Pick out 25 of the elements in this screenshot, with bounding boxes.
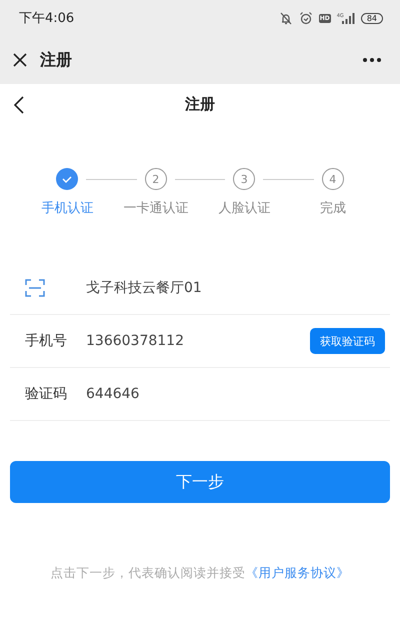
page-title: 注册 bbox=[185, 95, 215, 114]
agreement-text: 点击下一步，代表确认阅读并接受 bbox=[50, 565, 246, 580]
step-number: 3 bbox=[233, 168, 256, 190]
step-label: 一卡通认证 bbox=[123, 200, 188, 217]
app-bar-title: 注册 bbox=[40, 50, 72, 70]
input-field[interactable]: 戈子科技云餐厅01 bbox=[86, 280, 385, 296]
field-label: 验证码 bbox=[25, 385, 67, 403]
status-time: 下午4:06 bbox=[19, 10, 74, 27]
get-code-button[interactable]: 获取验证码 bbox=[310, 328, 385, 354]
scan-icon bbox=[25, 279, 45, 297]
step-label: 完成 bbox=[320, 200, 346, 217]
field-label: 手机号 bbox=[25, 332, 67, 350]
step-number: 4 bbox=[322, 168, 344, 190]
alarm-clock-icon bbox=[298, 11, 313, 25]
back-icon[interactable] bbox=[13, 96, 25, 114]
next-button[interactable]: 下一步 bbox=[10, 461, 390, 503]
step-label: 手机认证 bbox=[41, 200, 94, 217]
step-number: 2 bbox=[144, 168, 167, 190]
input-field[interactable]: 644646 bbox=[86, 386, 385, 402]
muted-bell-icon bbox=[278, 11, 293, 25]
close-icon[interactable] bbox=[12, 52, 28, 68]
battery-level: 84 bbox=[360, 12, 383, 24]
more-icon[interactable] bbox=[362, 57, 382, 63]
step-label: 人脸认证 bbox=[218, 200, 270, 217]
input-field[interactable]: 13660378112 bbox=[86, 333, 310, 349]
